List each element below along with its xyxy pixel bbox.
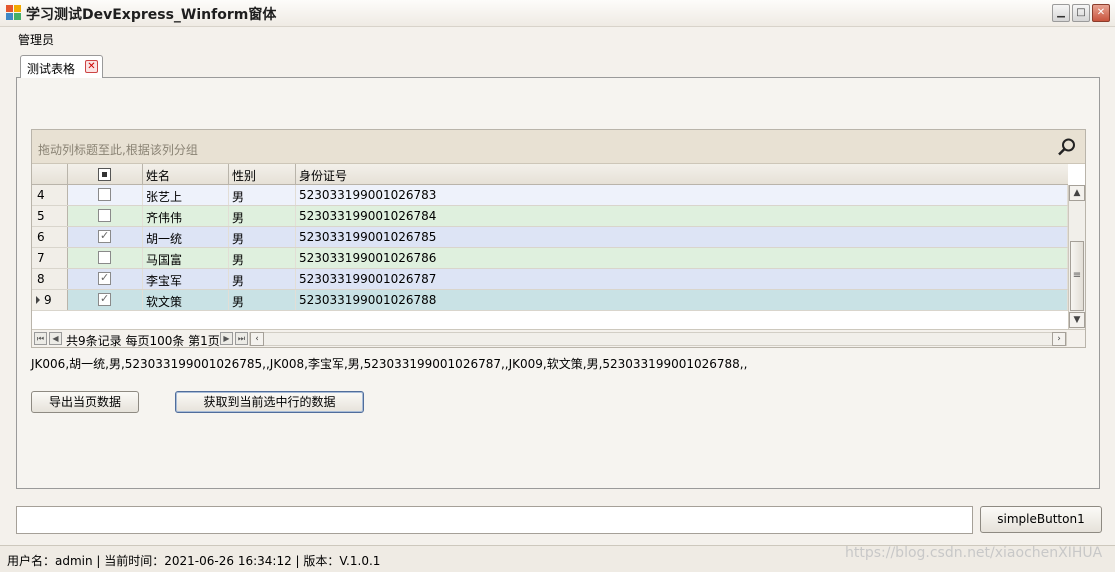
row-checkbox[interactable] — [98, 209, 111, 222]
prev-page-icon[interactable]: ◀ — [49, 332, 62, 345]
focused-row-icon — [36, 296, 40, 304]
status-text: 用户名：admin | 当前时间：2021-06-26 16:34:12 | 版… — [7, 554, 381, 568]
row-number: 4 — [37, 188, 45, 202]
cell-id-number[interactable]: 523033199001026785 — [296, 227, 1068, 247]
table-row[interactable]: 8 李宝军男523033199001026787 — [32, 269, 1068, 290]
minimize-button[interactable]: ▁ — [1052, 4, 1070, 22]
row-select-cell — [68, 248, 143, 268]
data-grid[interactable]: 拖动列标题至此,根据该列分组 姓名 性别 身份证号 4 张艺上男 523033199… — [31, 129, 1086, 348]
close-window-button[interactable]: ✕ — [1092, 4, 1110, 22]
row-number: 6 — [37, 230, 45, 244]
last-page-icon[interactable]: ⏭ — [235, 332, 248, 345]
table-row[interactable]: 5 齐伟伟男 523033199001026784 — [32, 206, 1068, 227]
cell-gender[interactable]: 男 — [229, 206, 296, 226]
row-indicator[interactable]: 7 — [32, 248, 68, 268]
column-header-id[interactable]: 身份证号 — [296, 164, 1068, 185]
row-checkbox[interactable] — [98, 251, 111, 264]
row-select-cell — [68, 206, 143, 226]
watermark: https://blog.csdn.net/xiaochenXIHUA — [845, 545, 1103, 561]
get-selected-rows-button[interactable]: 获取到当前选中行的数据 — [175, 391, 364, 413]
title-bar: 学习测试DevExpress_Winform窗体 ▁ □ ✕ — [0, 0, 1115, 27]
header-select-all[interactable] — [68, 164, 143, 185]
cell-id-number[interactable]: 523033199001026787 — [296, 269, 1068, 289]
column-header-gender[interactable]: 性别 — [229, 164, 296, 185]
table-row[interactable]: 7 马国富男 523033199001026786 — [32, 248, 1068, 269]
cell-name[interactable]: 马国富 — [143, 248, 229, 268]
cell-name[interactable]: 胡一统 — [143, 227, 229, 247]
scroll-left-icon[interactable]: ‹ — [250, 332, 264, 346]
cell-id-number[interactable]: 523033199001026786 — [296, 248, 1068, 268]
row-indicator[interactable]: 5 — [32, 206, 68, 226]
table-row[interactable]: 9 软文策男523033199001026788 — [32, 290, 1068, 311]
row-number: 7 — [37, 251, 45, 265]
tab-test-table[interactable]: 测试表格 ✕ — [20, 55, 103, 78]
row-indicator[interactable]: 4 — [32, 185, 68, 205]
minimize-icon: ▁ — [1057, 7, 1065, 18]
cell-gender[interactable]: 男 — [229, 227, 296, 247]
maximize-button[interactable]: □ — [1072, 4, 1090, 22]
cell-name[interactable]: 齐伟伟 — [143, 206, 229, 226]
search-icon[interactable] — [1057, 137, 1077, 157]
row-checkbox[interactable] — [98, 292, 111, 306]
grid-header: 姓名 性别 身份证号 — [32, 164, 1068, 185]
cell-id-number[interactable]: 523033199001026788 — [296, 290, 1068, 310]
horizontal-scrollbar[interactable]: ‹ › — [249, 332, 1067, 346]
export-page-button[interactable]: 导出当页数据 — [31, 391, 139, 413]
row-indicator[interactable]: 6 — [32, 227, 68, 247]
tab-close-icon[interactable]: ✕ — [85, 60, 98, 73]
group-panel-hint: 拖动列标题至此,根据该列分组 — [38, 143, 198, 157]
row-select-cell — [68, 227, 143, 247]
selected-rows-text: JK006,胡一统,男,523033199001026785,,JK008,李宝… — [31, 357, 748, 371]
simple-button-1[interactable]: simpleButton1 — [980, 506, 1102, 533]
tab-label: 测试表格 — [27, 62, 76, 76]
bottom-text-input[interactable] — [16, 506, 973, 534]
next-page-icon[interactable]: ▶ — [220, 332, 233, 345]
scroll-down-icon[interactable]: ▼ — [1069, 312, 1085, 328]
table-row[interactable]: 4 张艺上男 523033199001026783 — [32, 185, 1068, 206]
row-indicator[interactable]: 8 — [32, 269, 68, 289]
maximize-icon: □ — [1076, 7, 1086, 18]
group-panel[interactable]: 拖动列标题至此,根据该列分组 — [32, 130, 1085, 164]
row-select-cell — [68, 290, 143, 310]
cell-gender[interactable]: 男 — [229, 290, 296, 310]
select-all-checkbox[interactable] — [98, 168, 111, 181]
cell-name[interactable]: 张艺上 — [143, 185, 229, 205]
row-number: 8 — [37, 272, 45, 286]
row-number: 5 — [37, 209, 45, 223]
cell-name[interactable]: 软文策 — [143, 290, 229, 310]
scroll-right-icon[interactable]: › — [1052, 332, 1066, 346]
cell-gender[interactable]: 男 — [229, 248, 296, 268]
grid-navigator: ⏮ ◀ 共9条记录 每页100条 第1页 ▶ ⏭ ‹ › — [32, 329, 1085, 348]
cell-gender[interactable]: 男 — [229, 185, 296, 205]
app-icon — [6, 5, 22, 21]
scroll-thumb[interactable]: ≡ — [1070, 241, 1084, 311]
window-title: 学习测试DevExpress_Winform窗体 — [26, 7, 277, 23]
scroll-up-icon[interactable]: ▲ — [1069, 185, 1085, 201]
row-indicator[interactable]: 9 — [32, 290, 68, 310]
row-checkbox[interactable] — [98, 271, 111, 285]
cell-gender[interactable]: 男 — [229, 269, 296, 289]
navigator-text: 共9条记录 每页100条 第1页 — [66, 334, 220, 348]
vertical-scrollbar[interactable]: ▲ ≡ ▼ — [1068, 185, 1085, 329]
header-indicator — [32, 164, 68, 185]
row-number: 9 — [44, 293, 52, 307]
row-checkbox[interactable] — [98, 188, 111, 201]
cell-id-number[interactable]: 523033199001026784 — [296, 206, 1068, 226]
menu-bar: 管理员 — [0, 27, 1115, 51]
column-header-name[interactable]: 姓名 — [143, 164, 229, 185]
table-row[interactable]: 6 胡一统男523033199001026785 — [32, 227, 1068, 248]
menu-item-admin[interactable]: 管理员 — [18, 31, 54, 48]
first-page-icon[interactable]: ⏮ — [34, 332, 47, 345]
close-icon: ✕ — [1096, 7, 1106, 18]
row-select-cell — [68, 185, 143, 205]
cell-id-number[interactable]: 523033199001026783 — [296, 185, 1068, 205]
row-checkbox[interactable] — [98, 229, 111, 243]
cell-name[interactable]: 李宝军 — [143, 269, 229, 289]
row-select-cell — [68, 269, 143, 289]
